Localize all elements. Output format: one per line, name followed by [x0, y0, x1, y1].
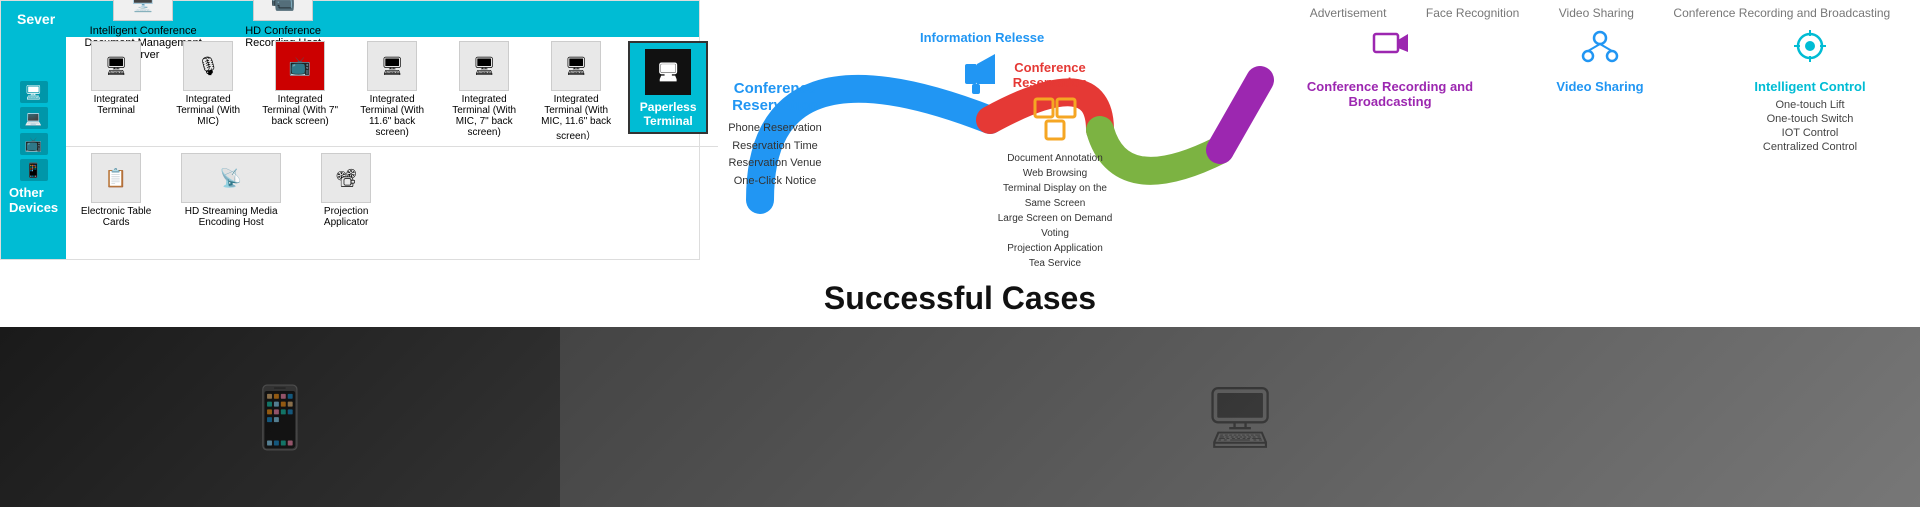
bottom-device-1: 📋 Electronic Table Cards	[76, 153, 156, 228]
device-label-6: Integrated Terminal (With MIC, 11.6" bac…	[536, 94, 616, 142]
terminal-display-text: Terminal Display on the Same Screen	[990, 181, 1120, 211]
left-panel: Sever 🖥️ Intelligent Conference Document…	[0, 0, 700, 260]
device-label-4: Integrated Terminal (With 11.6" back scr…	[352, 94, 432, 138]
large-screen-text: Large Screen on Demand	[990, 211, 1120, 226]
device-icon-6: 🖥	[551, 41, 601, 91]
conf-rec-title: Conference Recording and Broadcasting	[1290, 79, 1490, 109]
device-integrated-1: 🖥 Integrated Terminal	[76, 41, 156, 116]
server-row: Sever 🖥️ Intelligent Conference Document…	[1, 1, 699, 37]
device-integrated-2: 🎙 Integrated Terminal (With MIC)	[168, 41, 248, 127]
intelligent-control-icon	[1790, 26, 1830, 74]
label-face-recognition: Face Recognition	[1426, 6, 1519, 20]
conf-reservation2-area: Conference Reservation Document Annotati…	[990, 60, 1120, 271]
top-labels-row: Advertisement Face Recognition Video Sha…	[1290, 6, 1910, 20]
paperless-terminal-item: 🖥 Paperless Terminal	[628, 41, 708, 134]
device-icon-4: 🖥	[367, 41, 417, 91]
iot-control: IOT Control	[1763, 127, 1857, 139]
device-label-5: Integrated Terminal (With MIC, 7" back s…	[444, 94, 524, 138]
od-icon-2: 💻	[20, 107, 48, 129]
device-integrated-4: 🖥 Integrated Terminal (With 11.6" back s…	[352, 41, 432, 138]
devices-row: 🖥 💻 📺 📱 Other Devices 🖥 Integrated Termi…	[1, 37, 699, 259]
device-label-1: Integrated Terminal	[76, 94, 156, 116]
device-icon-2: 🎙	[183, 41, 233, 91]
right-sections: Conference Recording and Broadcasting Vi…	[1290, 26, 1910, 254]
paperless-icon: 🖥	[643, 47, 693, 97]
label-video-sharing: Video Sharing	[1559, 6, 1634, 20]
device-icon-1: 🖥	[91, 41, 141, 91]
s-curve-diagram: Conference Reservation Phone Reservation…	[700, 0, 1280, 260]
reservation-venue-text: Reservation Venue	[710, 155, 840, 173]
bottom-label-1: Electronic Table Cards	[76, 206, 156, 228]
bottom-label-2: HD Streaming Media Encoding Host	[176, 206, 286, 228]
bottom-label-3: Projection Applicator	[306, 206, 386, 228]
one-click-notice-text: One-Click Notice	[710, 173, 840, 191]
other-devices-icons: 🖥 💻 📺 📱	[9, 81, 58, 181]
voting-text: Voting	[990, 226, 1120, 241]
case-1-placeholder: 📱	[243, 382, 318, 453]
one-touch-switch: One-touch Switch	[1763, 113, 1857, 125]
doc-annotation-text: Document Annotation	[990, 151, 1120, 166]
conf-reservation2-icon	[990, 94, 1120, 149]
devices-content: 🖥 Integrated Terminal 🎙 Integrated Termi…	[66, 37, 718, 259]
server-label: Sever	[9, 9, 63, 29]
projection-text: Projection Application	[990, 241, 1120, 256]
case-image-2: 🖥	[560, 327, 1920, 507]
video-sharing-icon	[1580, 26, 1620, 74]
right-panel: Advertisement Face Recognition Video Sha…	[1280, 0, 1920, 260]
device-integrated-3: 📺 Integrated Terminal (With 7" back scre…	[260, 41, 340, 127]
cases-images-row: 📱 🖥	[0, 327, 1920, 507]
device-integrated-5: 🖥 Integrated Terminal (With MIC, 7" back…	[444, 41, 524, 138]
centralized-control: Centralized Control	[1763, 141, 1857, 153]
device-icon-5: 🖥	[459, 41, 509, 91]
od-icon-3: 📺	[20, 133, 48, 155]
server-icon-2: 📹	[253, 0, 313, 21]
conf-reservation-label: Conference Reservation Phone Reservation…	[710, 80, 840, 190]
bottom-device-2: 📡 HD Streaming Media Encoding Host	[176, 153, 286, 228]
video-sharing-title: Video Sharing	[1556, 79, 1643, 94]
device-label-3: Integrated Terminal (With 7" back screen…	[260, 94, 340, 127]
device-label-2: Integrated Terminal (With MIC)	[168, 94, 248, 127]
sec-intelligent-control: Intelligent Control One-touch Lift One-t…	[1710, 26, 1910, 254]
reservation-time-text: Reservation Time	[710, 138, 840, 156]
device-icon-3: 📺	[275, 41, 325, 91]
web-browsing-text: Web Browsing	[990, 166, 1120, 181]
phone-reservation-text: Phone Reservation	[710, 120, 840, 138]
bottom-icon-1: 📋	[91, 153, 141, 203]
case-2-placeholder: 🖥	[1202, 382, 1278, 453]
conf-rec-icon	[1370, 26, 1410, 74]
bottom-device-3: 📽 Projection Applicator	[306, 153, 386, 228]
one-touch-lift: One-touch Lift	[1763, 99, 1857, 111]
case-image-1: 📱	[0, 327, 560, 507]
devices-bottom: 📋 Electronic Table Cards 📡 HD Streaming …	[66, 147, 718, 234]
conf-reservation2-label: Conference Reservation	[990, 60, 1110, 90]
server-icon-1: 🖥️	[113, 0, 173, 21]
devices-top: 🖥 Integrated Terminal 🎙 Integrated Termi…	[66, 37, 718, 147]
successful-cases-section: Successful Cases	[0, 260, 1920, 327]
bottom-icon-3: 📽	[321, 153, 371, 203]
od-icon-4: 📱	[20, 159, 48, 181]
intelligent-control-title: Intelligent Control	[1754, 79, 1865, 94]
label-advertisement: Advertisement	[1310, 6, 1387, 20]
od-icon-1: 🖥	[20, 81, 48, 103]
device-integrated-6: 🖥 Integrated Terminal (With MIC, 11.6" b…	[536, 41, 616, 142]
bottom-icon-2: 📡	[181, 153, 281, 203]
label-conf-rec: Conference Recording and Broadcasting	[1673, 6, 1890, 20]
tea-service-text: Tea Service	[990, 256, 1120, 271]
successful-cases-title: Successful Cases	[0, 280, 1920, 317]
other-devices-panel: 🖥 💻 📺 📱 Other Devices	[1, 37, 66, 259]
intelligent-control-list: One-touch Lift One-touch Switch IOT Cont…	[1763, 99, 1857, 155]
paperless-terminal-label: Paperless Terminal	[634, 100, 702, 128]
info-release-label: Information Relesse	[920, 30, 1044, 45]
other-devices-label: Other Devices	[9, 185, 58, 215]
sec-conf-rec: Conference Recording and Broadcasting	[1290, 26, 1490, 254]
sec-video-sharing: Video Sharing	[1500, 26, 1700, 254]
